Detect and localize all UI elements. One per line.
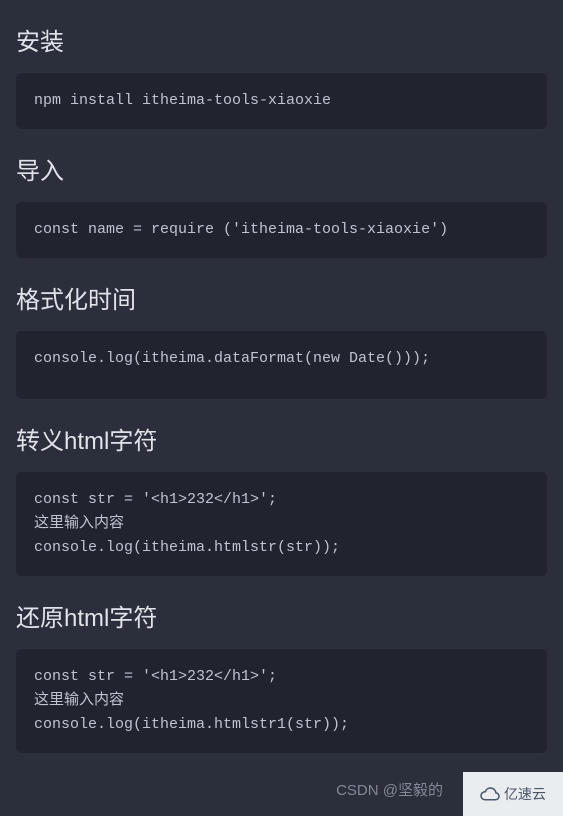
section-heading-unescape-html: 还原html字符: [16, 598, 547, 633]
section-heading-import: 导入: [16, 151, 547, 186]
document-content: 安装 npm install itheima-tools-xiaoxie 导入 …: [0, 22, 563, 753]
section-heading-install: 安装: [16, 22, 547, 57]
watermark-csdn: CSDN @坚毅的: [336, 779, 443, 800]
code-block-unescape-html: const str = '<h1>232</h1>'; 这里输入内容 conso…: [16, 649, 547, 753]
watermark-yisu: 亿速云: [463, 772, 563, 816]
code-block-import: const name = require ('itheima-tools-xia…: [16, 202, 547, 258]
section-heading-escape-html: 转义html字符: [16, 421, 547, 456]
code-block-format-time: console.log(itheima.dataFormat(new Date(…: [16, 331, 547, 399]
section-heading-format-time: 格式化时间: [16, 280, 547, 315]
watermark-yisu-label: 亿速云: [504, 784, 546, 804]
code-block-install: npm install itheima-tools-xiaoxie: [16, 73, 547, 129]
code-block-escape-html: const str = '<h1>232</h1>'; 这里输入内容 conso…: [16, 472, 547, 576]
cloud-icon: [480, 787, 500, 801]
